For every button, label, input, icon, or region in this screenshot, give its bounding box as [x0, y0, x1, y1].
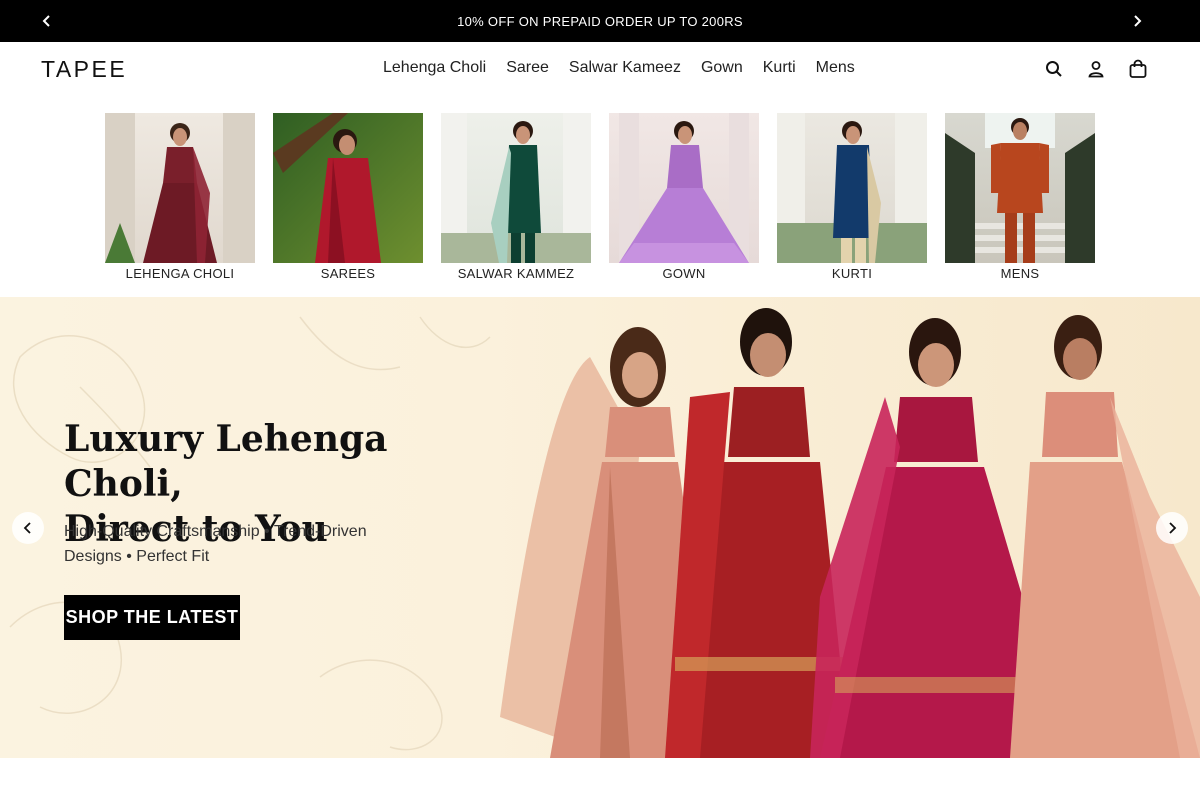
account-icon[interactable]	[1086, 58, 1106, 80]
category-image	[609, 113, 759, 263]
brand-logo[interactable]: TAPEE	[41, 56, 127, 83]
nav-item-salwar-kameez[interactable]: Salwar Kameez	[559, 59, 691, 77]
category-gown[interactable]: GOWN	[609, 113, 759, 281]
category-image	[105, 113, 255, 263]
chevron-left-icon[interactable]	[26, 0, 68, 42]
header-icons	[1044, 58, 1148, 80]
nav-item-mens[interactable]: Mens	[806, 59, 865, 77]
category-image	[273, 113, 423, 263]
chevron-right-icon[interactable]	[1116, 0, 1158, 42]
nav-item-lehenga-choli[interactable]: Lehenga Choli	[373, 59, 496, 77]
category-label: LEHENGA CHOLI	[125, 266, 235, 281]
category-lehenga-choli[interactable]: LEHENGA CHOLI	[105, 113, 255, 281]
carousel-next-icon[interactable]	[1156, 512, 1188, 544]
category-sarees[interactable]: SAREES	[273, 113, 423, 281]
cart-bag-icon[interactable]	[1128, 58, 1148, 80]
nav-item-kurti[interactable]: Kurti	[753, 59, 806, 77]
main-nav: Lehenga Choli Saree Salwar Kameez Gown K…	[373, 59, 865, 77]
hero-subtitle-line-2: Designs • Perfect Fit	[64, 548, 210, 565]
category-label: SALWAR KAMMEZ	[457, 266, 575, 281]
category-mens[interactable]: MENS	[945, 113, 1095, 281]
category-strip: LEHENGA CHOLI SAREES SALWAR KAMMEZ GOWN …	[105, 113, 1095, 281]
hero-title-line-1: Luxury Lehenga Choli,	[64, 418, 388, 505]
nav-item-saree[interactable]: Saree	[496, 59, 559, 77]
category-image	[945, 113, 1095, 263]
nav-item-gown[interactable]: Gown	[691, 59, 753, 77]
category-salwar-kammez[interactable]: SALWAR KAMMEZ	[441, 113, 591, 281]
hero-subtitle: High-Quality Craftsmanship • Trend-Drive…	[64, 519, 384, 569]
category-label: MENS	[1000, 266, 1040, 281]
category-image	[777, 113, 927, 263]
category-image	[441, 113, 591, 263]
carousel-prev-icon[interactable]	[12, 512, 44, 544]
hero-subtitle-line-1: High-Quality Craftsmanship • Trend-Drive…	[64, 523, 367, 540]
announcement-bar: 10% OFF ON PREPAID ORDER UP TO 200RS	[0, 0, 1200, 42]
category-label: SAREES	[320, 266, 376, 281]
announcement-text: 10% OFF ON PREPAID ORDER UP TO 200RS	[457, 13, 743, 29]
shop-the-latest-button[interactable]: SHOP THE LATEST	[64, 595, 240, 640]
category-label: KURTI	[831, 266, 873, 281]
hero-models-image	[500, 308, 1200, 758]
search-icon[interactable]	[1044, 58, 1064, 80]
hero-banner: Luxury Lehenga Choli, Direct to You High…	[0, 297, 1200, 758]
category-kurti[interactable]: KURTI	[777, 113, 927, 281]
site-header: TAPEE Lehenga Choli Saree Salwar Kameez …	[0, 42, 1200, 98]
category-label: GOWN	[662, 266, 706, 281]
